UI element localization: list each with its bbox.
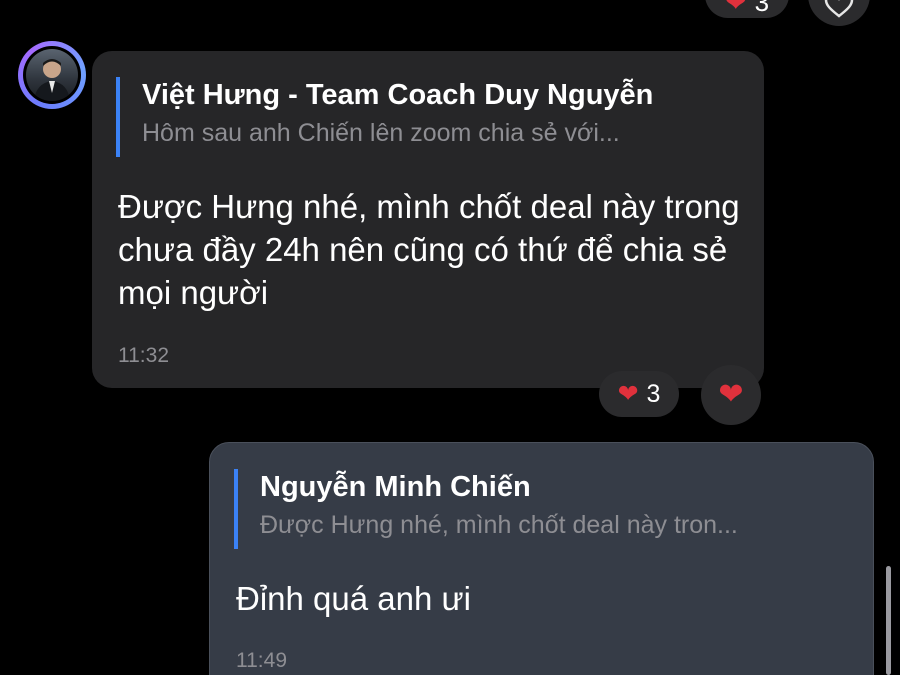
top-react-button[interactable] (808, 0, 870, 26)
avatar[interactable] (18, 41, 86, 109)
heart-icon: ❤ (718, 378, 744, 411)
message-text: Đỉnh quá anh ưi (236, 580, 471, 617)
message-text: Được Hưng nhé, mình chốt deal này trong … (118, 188, 740, 311)
message-time: 11:32 (118, 344, 169, 367)
reply-quote[interactable]: Nguyễn Minh Chiến Được Hưng nhé, mình ch… (234, 469, 860, 549)
top-reaction-pill[interactable]: ❤ 3 (705, 0, 789, 18)
react-button[interactable]: ❤ (701, 365, 761, 425)
outgoing-message-bubble[interactable]: Nguyễn Minh Chiến Được Hưng nhé, mình ch… (209, 442, 874, 675)
heart-outline-icon (824, 0, 854, 18)
chat-screen: ❤ 3 Việt Hưng - Team Coach Duy Nguyễn Hô… (0, 0, 900, 675)
reaction-count: 3 (754, 0, 770, 17)
quote-author: Nguyễn Minh Chiến (260, 471, 531, 503)
heart-icon: ❤ (617, 379, 639, 408)
heart-icon: ❤ (724, 0, 747, 17)
avatar-photo (26, 49, 78, 101)
quote-text: Được Hưng nhé, mình chốt deal này tron..… (260, 511, 738, 539)
incoming-message-bubble[interactable]: Việt Hưng - Team Coach Duy Nguyễn Hôm sa… (92, 51, 764, 388)
reply-quote[interactable]: Việt Hưng - Team Coach Duy Nguyễn Hôm sa… (116, 77, 742, 157)
reaction-pill[interactable]: ❤ 3 (599, 371, 679, 417)
quote-text: Hôm sau anh Chiến lên zoom chia sẻ với..… (142, 119, 620, 147)
reaction-count: 3 (646, 379, 661, 408)
person-icon (34, 59, 70, 101)
quote-author: Việt Hưng - Team Coach Duy Nguyễn (142, 79, 654, 111)
scrollbar[interactable] (886, 566, 891, 675)
message-time: 11:49 (236, 649, 287, 672)
